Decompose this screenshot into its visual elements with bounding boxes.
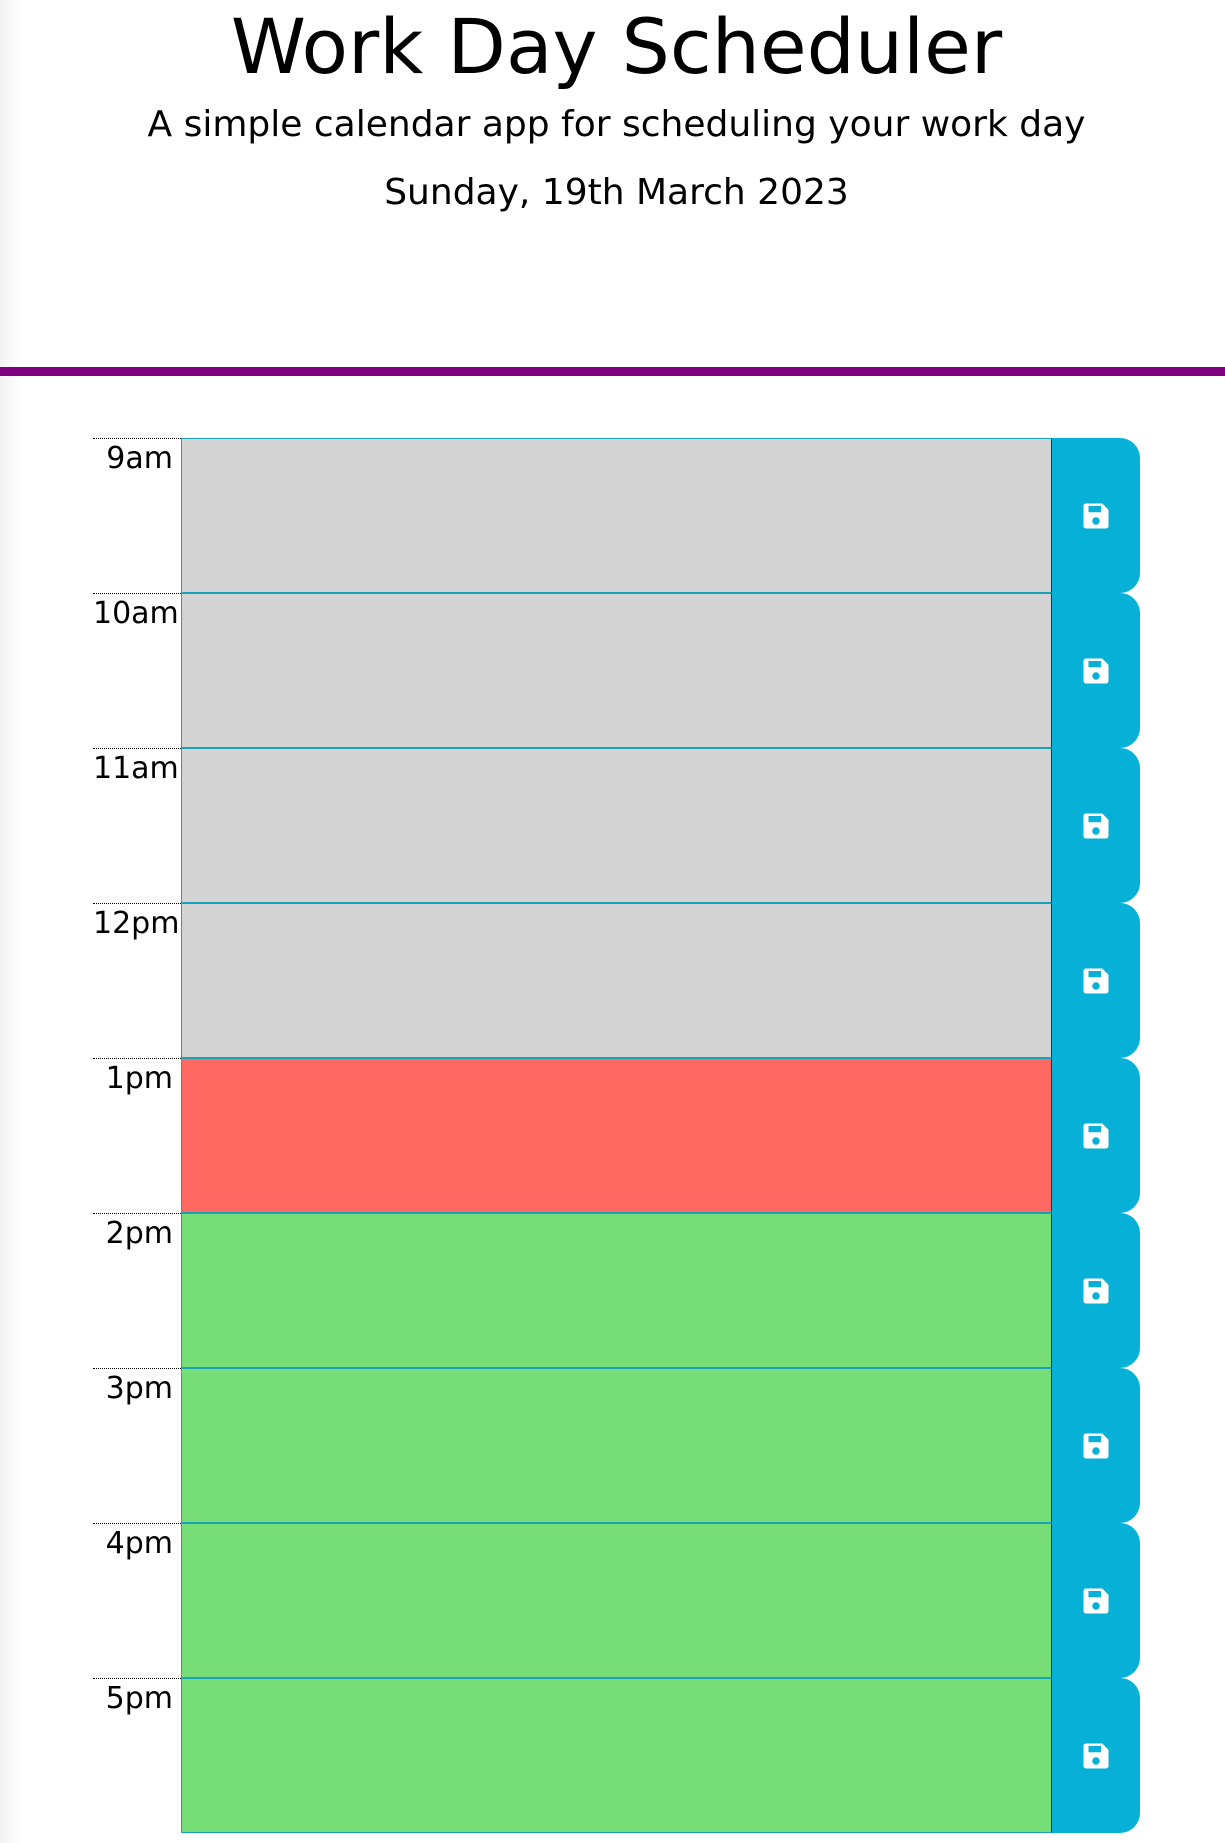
floppy-disk-icon xyxy=(1083,1123,1109,1148)
event-textarea[interactable] xyxy=(181,903,1052,1058)
save-button[interactable] xyxy=(1052,1523,1140,1678)
header-divider xyxy=(0,367,1225,376)
hour-text: 9am xyxy=(106,441,173,476)
page-subtitle: A simple calendar app for scheduling you… xyxy=(147,104,1086,145)
hour-text: 1pm xyxy=(105,1061,173,1096)
event-textarea[interactable] xyxy=(181,1213,1052,1368)
floppy-disk-icon xyxy=(1083,1588,1109,1613)
save-button[interactable] xyxy=(1052,748,1140,903)
hour-label: 11am xyxy=(93,748,181,903)
hour-text: 3pm xyxy=(105,1371,173,1406)
time-block-11am: 11am xyxy=(93,748,1140,903)
hour-label: 4pm xyxy=(93,1523,181,1678)
floppy-disk-icon xyxy=(1083,658,1109,683)
time-block-3pm: 3pm xyxy=(93,1368,1140,1523)
time-block-12pm: 12pm xyxy=(93,903,1140,1058)
event-textarea[interactable] xyxy=(181,1523,1052,1678)
floppy-disk-icon xyxy=(1083,968,1109,993)
time-block-1pm: 1pm xyxy=(93,1058,1140,1213)
header: Work Day Scheduler A simple calendar app… xyxy=(0,0,1225,378)
current-date: Sunday, 19th March 2023 xyxy=(384,172,849,213)
hour-text: 5pm xyxy=(105,1681,173,1716)
floppy-disk-icon xyxy=(1083,813,1109,838)
event-textarea[interactable] xyxy=(181,1058,1052,1213)
hour-label: 5pm xyxy=(93,1678,181,1833)
save-button[interactable] xyxy=(1052,1058,1140,1213)
save-button[interactable] xyxy=(1052,903,1140,1058)
event-textarea[interactable] xyxy=(181,1678,1052,1833)
hour-label: 3pm xyxy=(93,1368,181,1523)
floppy-disk-icon xyxy=(1083,1743,1109,1768)
save-button[interactable] xyxy=(1052,1368,1140,1523)
floppy-disk-icon xyxy=(1083,1278,1109,1303)
save-button[interactable] xyxy=(1052,1213,1140,1368)
time-block-10am: 10am xyxy=(93,593,1140,748)
hour-text: 4pm xyxy=(105,1526,173,1561)
time-block-2pm: 2pm xyxy=(93,1213,1140,1368)
hour-label: 10am xyxy=(93,593,181,748)
event-textarea[interactable] xyxy=(181,1368,1052,1523)
event-textarea[interactable] xyxy=(181,438,1052,593)
time-block-9am: 9am xyxy=(93,438,1140,593)
time-block-5pm: 5pm xyxy=(93,1678,1140,1833)
schedule-container: 9am 10am 11am 12pm 1pm 2pm 3pm 4pm 5pm xyxy=(93,438,1140,1833)
hour-text: 10am xyxy=(93,596,179,631)
floppy-disk-icon xyxy=(1083,1433,1109,1458)
time-block-4pm: 4pm xyxy=(93,1523,1140,1678)
save-button[interactable] xyxy=(1052,1678,1140,1833)
floppy-disk-icon xyxy=(1083,503,1109,528)
hour-text: 2pm xyxy=(105,1216,173,1251)
hour-label: 9am xyxy=(93,438,181,593)
hour-text: 11am xyxy=(93,751,179,786)
event-textarea[interactable] xyxy=(181,593,1052,748)
hour-label: 1pm xyxy=(93,1058,181,1213)
page-title: Work Day Scheduler xyxy=(230,2,1003,91)
save-button[interactable] xyxy=(1052,593,1140,748)
event-textarea[interactable] xyxy=(181,748,1052,903)
save-button[interactable] xyxy=(1052,438,1140,593)
hour-text: 12pm xyxy=(93,906,180,941)
hour-label: 2pm xyxy=(93,1213,181,1368)
hour-label: 12pm xyxy=(93,903,181,1058)
